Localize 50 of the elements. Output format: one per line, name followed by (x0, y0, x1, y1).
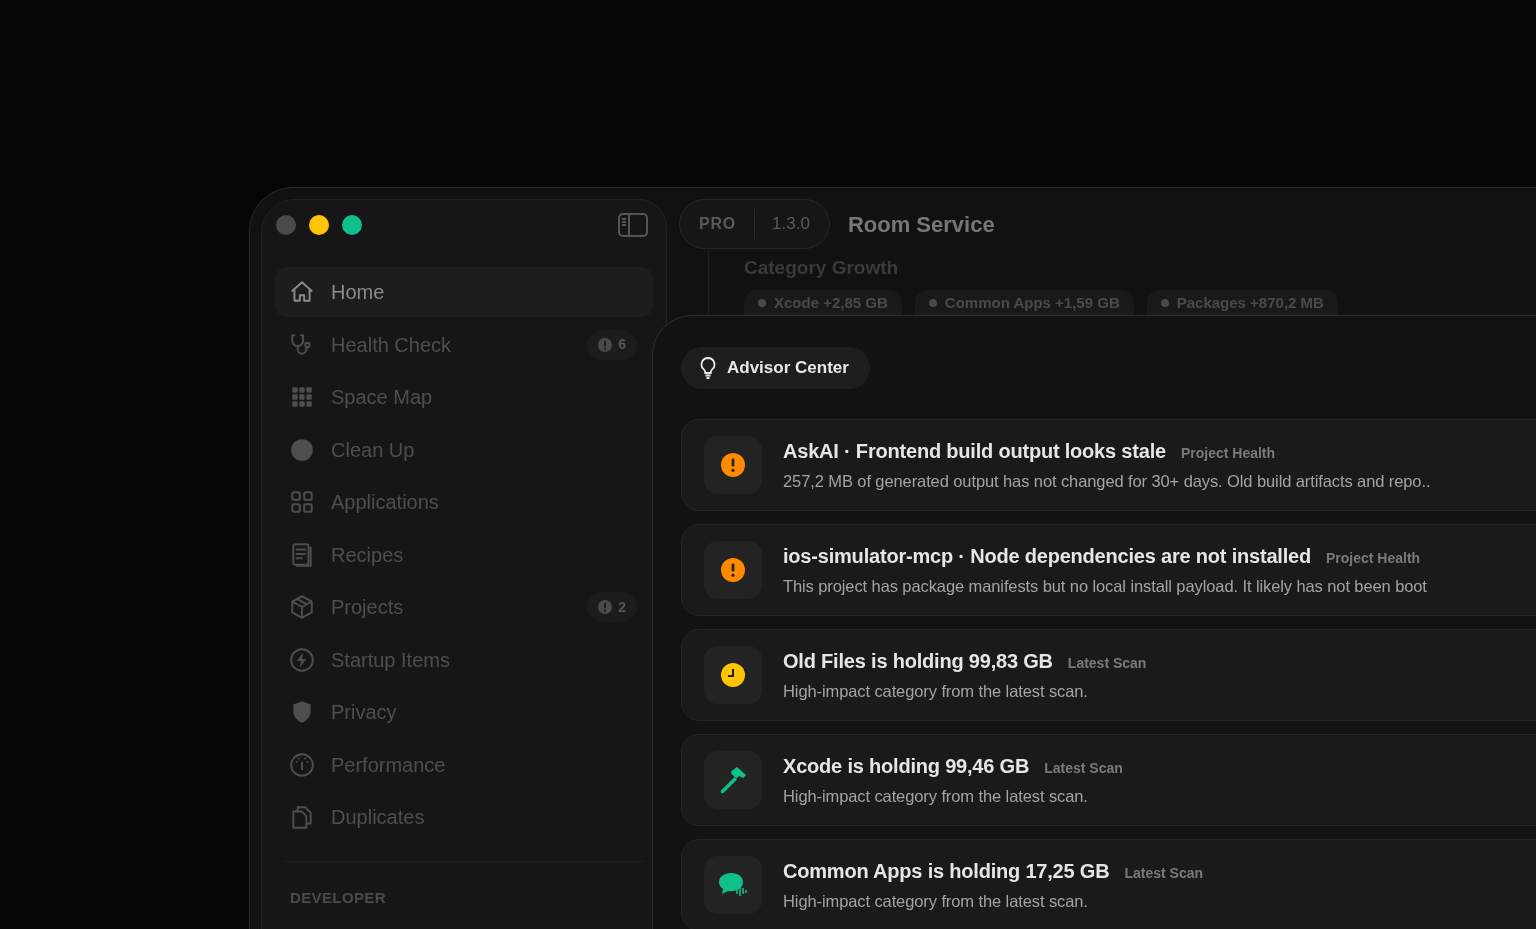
card-title: Old Files is holding 99,83 GB (783, 649, 1053, 675)
card-tag: Latest Scan (1067, 653, 1147, 675)
nav-icon (289, 751, 315, 778)
card-title: Common Apps is holding 17,25 GB (783, 859, 1110, 885)
card-description: This project has package manifests but no local install payload. It likely has not been boot (783, 576, 1427, 598)
nav-icon (289, 489, 315, 515)
plan-label: PRO (699, 209, 756, 239)
nav-icon (289, 646, 315, 673)
lightbulb-icon (700, 357, 716, 379)
sidebar-item[interactable]: Startup Items (275, 634, 653, 685)
sidebar-item[interactable]: Space Map (275, 372, 653, 422)
card-title: ios-simulator-mcp · Node dependencies are not installed (783, 544, 1311, 570)
advice-card[interactable]: ios-simulator-mcp · Node dependencies are not installed Project Health This project has package manifests but no local install payload. It likely has not been boot (681, 524, 1536, 616)
card-tag: Project Health (1326, 548, 1421, 570)
nav-icon (289, 279, 315, 305)
advice-card[interactable]: Common Apps is holding 17,25 GB Latest Scan High-impact category from the latest scan. (681, 839, 1536, 929)
count-badge: 6 (587, 329, 637, 360)
card-description: High-impact category from the latest scan. (783, 786, 1089, 808)
nav-icon (289, 804, 315, 830)
sidebar-toggle-icon[interactable] (618, 213, 648, 237)
sidebar-item[interactable]: Performance (275, 739, 653, 790)
card-tag: Latest Scan (1124, 863, 1204, 885)
advice-card[interactable]: Xcode is holding 99,46 GB Latest Scan High-impact category from the latest scan. (681, 734, 1536, 826)
sidebar-item[interactable]: Privacy (275, 687, 653, 737)
minimize-button[interactable] (309, 215, 329, 235)
nav-icon (289, 436, 315, 463)
version-label: 1.3.0 (771, 213, 810, 236)
card-tag: Latest Scan (1044, 758, 1123, 780)
zoom-button[interactable] (342, 215, 362, 235)
sidebar-item[interactable]: Home (275, 267, 653, 317)
card-title: AskAI · Frontend build output looks stale (783, 439, 1166, 465)
sidebar-item[interactable]: Recipes (275, 529, 653, 580)
advice-card[interactable]: Old Files is holding 99,83 GB Latest Scan High-impact category from the latest scan. (681, 629, 1536, 721)
sidebar-item[interactable]: Clean Up (275, 424, 653, 475)
sidebar-item[interactable]: Health Check 6 (275, 319, 653, 370)
page-title: Room Service (847, 210, 995, 239)
advisor-center-pill: Advisor Center (681, 347, 870, 389)
card-tag: Project Health (1180, 443, 1276, 465)
card-description: High-impact category from the latest scan. (783, 681, 1089, 703)
sidebar-item[interactable]: Projects 2 (275, 582, 653, 632)
nav-icon (289, 541, 315, 568)
count-badge: 2 (587, 592, 637, 622)
sidebar-item[interactable]: Applications (275, 477, 653, 527)
card-title: Xcode is holding 99,46 GB (783, 754, 1030, 780)
advice-card[interactable]: AskAI · Frontend build output looks stale Project Health 257,2 MB of generated output has not changed for 30+ days. Old build artifacts and repo.. (681, 419, 1536, 511)
nav-icon (289, 384, 315, 410)
card-description: High-impact category from the latest scan. (783, 891, 1089, 913)
sidebar-item[interactable]: Duplicates (275, 792, 653, 842)
nav-icon (289, 594, 315, 620)
card-description: 257,2 MB of generated output has not changed for 30+ days. Old build artifacts and repo.. (783, 471, 1431, 493)
